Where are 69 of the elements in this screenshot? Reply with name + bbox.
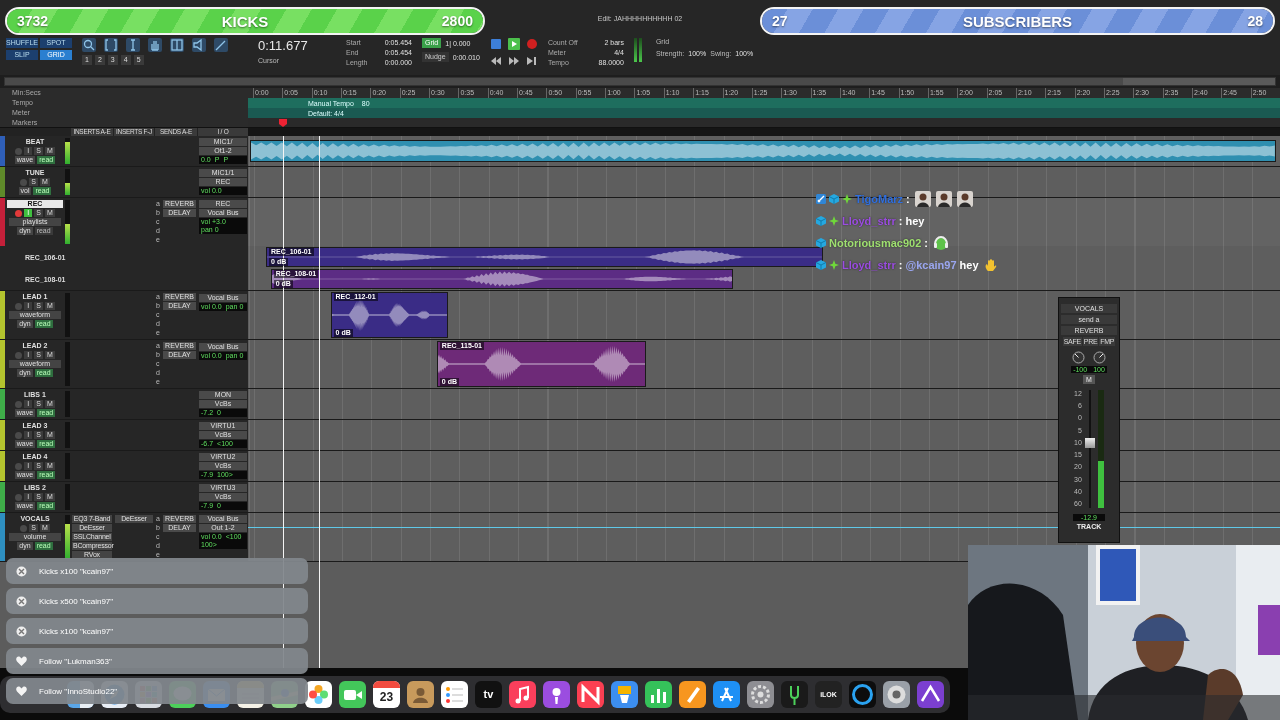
bracket-icon[interactable] [104,38,118,52]
sword-badge-icon [816,194,826,204]
checklist-icon[interactable] [441,680,468,708]
alert-text: Kicks x500 "kcain97" [39,596,114,606]
pan-knob[interactable] [1093,351,1106,364]
alert-text: Kicks x100 "kcain97" [39,626,114,636]
ring-icon[interactable] [849,680,876,708]
alert-text: Follow "Lukman363" [39,656,112,666]
cube-badge-icon [829,194,839,204]
podcast-icon[interactable] [543,680,570,708]
record-icon[interactable] [525,38,538,50]
sparkle-badge-icon [829,260,839,270]
speaker-icon[interactable] [192,38,206,52]
fast-forward-icon[interactable] [507,56,520,66]
alert-text: Follow "InnoStudio22" [39,686,118,696]
pen-icon[interactable] [679,680,706,708]
chat-message: hey [905,215,925,227]
heart-icon [16,686,27,696]
hand-icon[interactable] [148,38,162,52]
waving-hand-icon [983,258,998,272]
chat-colon: : [898,259,903,271]
crossed-circle-icon [16,595,27,607]
bar-chart-icon[interactable] [645,680,672,708]
play-icon[interactable] [507,38,520,50]
multi-tool-icon[interactable] [170,38,184,52]
go-to-end-icon[interactable] [525,56,538,66]
goal-target: 28 [1247,13,1263,29]
cube-badge-icon [816,260,826,270]
tuning-fork-icon[interactable] [781,680,808,708]
chat-message: hey [959,259,979,271]
cog-icon[interactable] [883,680,910,708]
pan-knob[interactable] [1072,351,1085,364]
music-note-icon[interactable] [509,680,536,708]
flower-icon[interactable] [305,680,332,708]
main-counter: 0:11.677 [258,38,309,53]
goal-target: 2800 [441,13,473,29]
podium-icon[interactable] [611,680,638,708]
goal-count: 3732 [17,13,49,29]
sparkle-badge-icon [842,194,852,204]
cube-badge-icon [816,216,826,226]
headphones-emote-icon [933,235,949,251]
news-icon[interactable] [577,680,604,708]
fader-handle[interactable] [1084,438,1095,449]
i-beam-icon[interactable] [126,38,140,52]
record-enable-button[interactable] [15,209,23,217]
heart-icon [16,656,27,666]
chat-colon: : [924,237,928,249]
gear-icon[interactable] [747,680,774,708]
rewind-icon[interactable] [489,56,502,66]
address-book-icon[interactable] [407,680,434,708]
cube-badge-icon [816,238,826,248]
sparkle-badge-icon [829,216,839,226]
magnifier-icon[interactable] [82,38,96,52]
goal-title: SUBSCRIBERS [962,12,1073,30]
goal-title: KICKS [221,12,269,30]
arc-logo-icon[interactable] [917,680,944,708]
chat-colon: : [898,215,903,227]
app-store-icon[interactable] [713,680,740,708]
stop-icon[interactable] [489,38,502,50]
crossed-circle-icon [16,625,27,637]
calendar-icon[interactable]: 23 [373,680,400,708]
tv-icon[interactable]: tv [475,680,502,708]
chat-username[interactable]: Notoriousmac902 [829,237,922,249]
goal-count: 27 [772,13,788,29]
alert-text: Kicks x100 "kcain97" [39,566,114,576]
pencil-icon[interactable] [214,38,228,52]
chat-colon: : [906,193,910,205]
crossed-circle-icon [16,565,27,577]
video-camera-icon[interactable] [339,680,366,708]
